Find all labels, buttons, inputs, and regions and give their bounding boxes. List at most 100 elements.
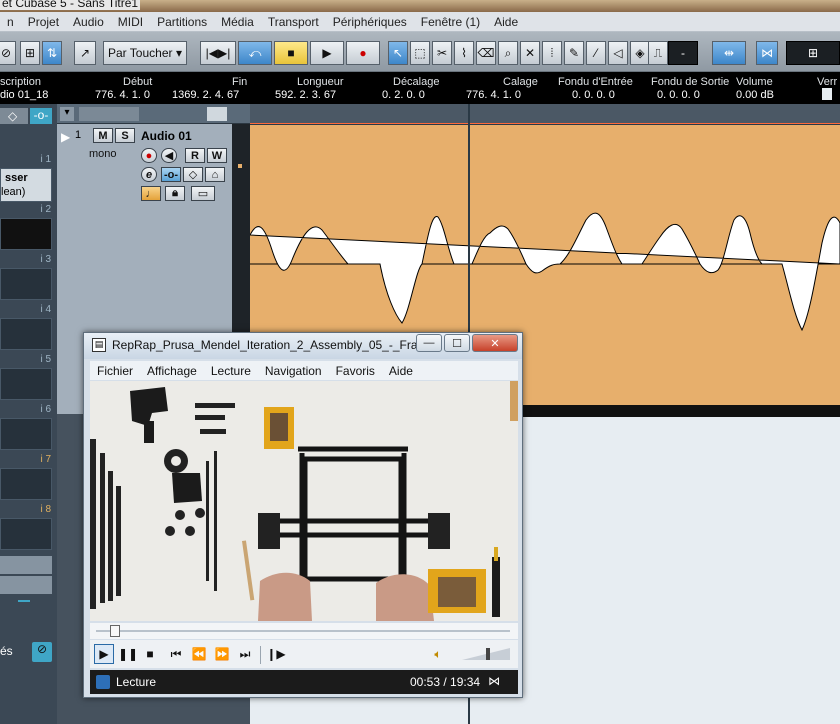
stop-button[interactable]: ■ (140, 644, 160, 664)
play-button[interactable]: ▶ (94, 644, 114, 664)
value-fondu-sortie[interactable]: 0. 0. 0. 0 (657, 89, 700, 101)
value-description[interactable]: dio 01_18 (0, 89, 48, 101)
line-tool-icon[interactable]: ⁄ (586, 41, 606, 65)
lanes-icon[interactable]: ⌂ (205, 167, 225, 182)
lock-checkbox[interactable] (822, 88, 832, 100)
player-menu-aide[interactable]: Aide (382, 364, 420, 378)
insert-slot[interactable] (0, 518, 52, 550)
color-tool-icon[interactable]: ◈ (630, 41, 650, 65)
player-menu-affichage[interactable]: Affichage (140, 364, 204, 378)
seek-thumb[interactable] (109, 625, 120, 637)
mute-button[interactable]: M (93, 128, 113, 143)
insert-slot[interactable] (0, 368, 52, 400)
insert-slot[interactable] (0, 418, 52, 450)
maximize-button[interactable]: ☐ (444, 334, 470, 352)
insert-slot[interactable] (0, 318, 52, 350)
grid-type-icon[interactable]: ⊞ (786, 41, 840, 65)
range-tool-icon[interactable]: ⬚ (410, 41, 430, 65)
record-enable-button[interactable]: ● (141, 148, 157, 163)
show-lanes-icon[interactable]: ▭ (191, 186, 215, 201)
rewind-icon[interactable]: ⏪ (189, 644, 209, 664)
menu-partitions[interactable]: Partitions (150, 15, 214, 29)
automation-icon[interactable]: ↗ (74, 41, 96, 65)
insert-slot[interactable] (0, 468, 52, 500)
value-longueur[interactable]: 592. 2. 3. 67 (275, 89, 336, 101)
add-track-icon[interactable]: ▾ (60, 107, 74, 121)
stop-button[interactable]: ■ (274, 41, 308, 65)
volume-slider[interactable] (462, 648, 510, 660)
record-button[interactable]: ● (346, 41, 380, 65)
step-icon[interactable]: ⎍ (648, 41, 668, 65)
edit-button[interactable]: e (141, 167, 157, 182)
previous-icon[interactable]: ⏮ (166, 644, 186, 664)
player-title-bar[interactable]: ▤ RepRap_Prusa_Mendel_Iteration_2_Assemb… (84, 333, 522, 359)
player-menu-fichier[interactable]: Fichier (90, 364, 140, 378)
timeline-ruler[interactable] (250, 104, 840, 124)
menu-audio[interactable]: Audio (66, 15, 111, 29)
track-name[interactable]: Audio 01 (141, 129, 192, 143)
menu-midi[interactable]: MIDI (111, 15, 150, 29)
inspector-toggle[interactable]: ◇ (0, 108, 28, 124)
play-button[interactable]: ▶ (310, 41, 344, 65)
media-player-window[interactable]: ▤ RepRap_Prusa_Mendel_Iteration_2_Assemb… (83, 332, 523, 698)
track-select-arrow-icon[interactable]: ▶ (61, 130, 70, 144)
monitor-icon[interactable]: -o- (30, 108, 52, 124)
eq-bypass-row[interactable] (0, 556, 52, 574)
cycle-icon[interactable]: ⤺ (238, 41, 272, 65)
mute-tool-icon[interactable]: ✕ (520, 41, 540, 65)
snap-zero-icon[interactable]: ⋈ (756, 41, 778, 65)
insert-slot[interactable]: sser lean) (0, 168, 52, 202)
minimize-button[interactable]: — (416, 334, 442, 352)
monitor-button[interactable]: ◀ (161, 148, 177, 163)
menu-aide[interactable]: Aide (487, 15, 525, 29)
menu-fenetre[interactable]: Fenêtre (1) (414, 15, 487, 29)
counter-display[interactable]: - (668, 41, 698, 65)
menu-media[interactable]: Média (214, 15, 261, 29)
track-color-icon[interactable] (207, 107, 227, 121)
seek-bar[interactable] (90, 623, 518, 639)
solo-button[interactable]: S (115, 128, 135, 143)
pointer-tool-icon[interactable]: ↖ (388, 41, 408, 65)
player-menu-favoris[interactable]: Favoris (329, 364, 382, 378)
read-button[interactable]: R (185, 148, 205, 163)
timewarp-tool-icon[interactable]: ⦙ (542, 41, 562, 65)
speaker-tool-icon[interactable]: ◁ (608, 41, 628, 65)
split-tool-icon[interactable]: ✂ (432, 41, 452, 65)
erase-tool-icon[interactable]: ⌫ (476, 41, 496, 65)
insert-slot[interactable] (0, 218, 52, 250)
go-to-start-icon[interactable]: |◀▶| (200, 41, 236, 65)
volume-thumb[interactable] (486, 648, 491, 660)
grid-icon[interactable]: ⊞ (20, 41, 40, 65)
snap-mode-icon[interactable]: ⇹ (712, 41, 746, 65)
player-menu-navigation[interactable]: Navigation (258, 364, 329, 378)
menu-file[interactable]: n (0, 15, 21, 29)
freeze-icon[interactable]: ◇ (183, 167, 203, 182)
track-filter-buttons[interactable] (79, 107, 139, 121)
pause-button[interactable]: ❚❚ (118, 644, 138, 664)
video-frame[interactable] (90, 381, 518, 621)
lock-icon[interactable]: ⊘ (0, 41, 16, 65)
display-mode-icon[interactable]: ⋈ (488, 674, 500, 688)
timebase-icon[interactable]: ♩ (141, 186, 161, 201)
value-fin[interactable]: 1369. 2. 4. 67 (172, 89, 239, 101)
channel-icon[interactable]: -o- (161, 167, 181, 182)
value-calage[interactable]: 776. 4. 1. 0 (466, 89, 521, 101)
volume-icon[interactable]: 🔈︎ (428, 644, 448, 664)
send-bypass-row[interactable] (0, 576, 52, 594)
value-debut[interactable]: 776. 4. 1. 0 (95, 89, 150, 101)
zoom-tool-icon[interactable]: ⌕ (498, 41, 518, 65)
draw-tool-icon[interactable]: ✎ (564, 41, 584, 65)
value-fondu-entree[interactable]: 0. 0. 0. 0 (572, 89, 615, 101)
lock-track-icon[interactable]: 🔒︎ (165, 186, 185, 201)
value-volume[interactable]: 0.00 dB (736, 89, 774, 101)
next-icon[interactable]: ⏭ (235, 644, 255, 664)
write-button[interactable]: W (207, 148, 227, 163)
disable-icon[interactable]: ⊘ (32, 642, 52, 662)
fast-forward-icon[interactable]: ⏩ (212, 644, 232, 664)
menu-projet[interactable]: Projet (21, 15, 66, 29)
close-button[interactable]: ✕ (472, 334, 518, 352)
glue-tool-icon[interactable]: ⌇ (454, 41, 474, 65)
automation-mode-select[interactable]: Par Toucher ▾ (103, 41, 187, 65)
value-decalage[interactable]: 0. 2. 0. 0 (382, 89, 425, 101)
insert-slot[interactable] (0, 268, 52, 300)
